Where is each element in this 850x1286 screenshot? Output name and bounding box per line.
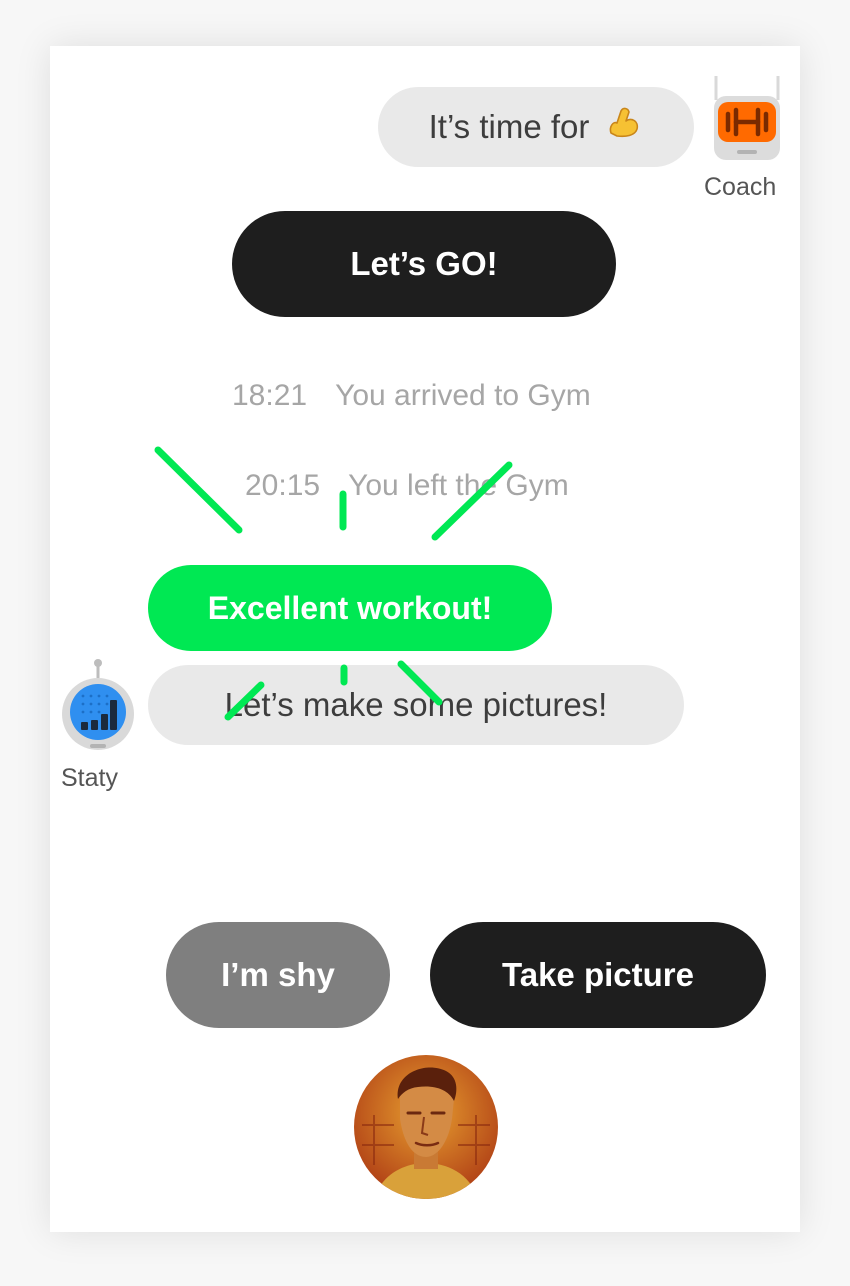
coach-message-bubble: It’s time for bbox=[378, 87, 694, 167]
take-picture-button[interactable]: Take picture bbox=[430, 922, 766, 1028]
flexed-biceps-icon bbox=[603, 103, 643, 151]
coach-avatar bbox=[712, 74, 782, 162]
event-left: 20:15 You left the Gym bbox=[245, 469, 569, 503]
event-text: You left the Gym bbox=[348, 469, 569, 502]
coach-label: Coach bbox=[704, 173, 777, 201]
user-photo-avatar[interactable] bbox=[354, 1055, 498, 1199]
staty-message-text: Let’s make some pictures! bbox=[224, 686, 608, 723]
lets-go-button[interactable]: Let’s GO! bbox=[232, 211, 616, 317]
im-shy-button[interactable]: I’m shy bbox=[166, 922, 390, 1028]
dumbbell-icon bbox=[714, 76, 780, 160]
staty-avatar bbox=[61, 658, 135, 750]
staty-label: Staty bbox=[61, 764, 118, 792]
user-photo bbox=[354, 1055, 498, 1199]
coach-message-text: It’s time for bbox=[428, 108, 590, 145]
bar-chart-icon bbox=[62, 659, 134, 750]
event-time: 18:21 bbox=[232, 379, 308, 412]
staty-message-bubble: Let’s make some pictures! bbox=[148, 665, 684, 745]
event-text: You arrived to Gym bbox=[335, 379, 591, 412]
chat-card: It’s time for Coach Let’s GO! 18:21 You … bbox=[50, 46, 800, 1232]
excellent-workout-badge: Excellent workout! bbox=[148, 565, 552, 651]
event-time: 20:15 bbox=[245, 469, 321, 502]
event-arrived: 18:21 You arrived to Gym bbox=[232, 379, 591, 413]
